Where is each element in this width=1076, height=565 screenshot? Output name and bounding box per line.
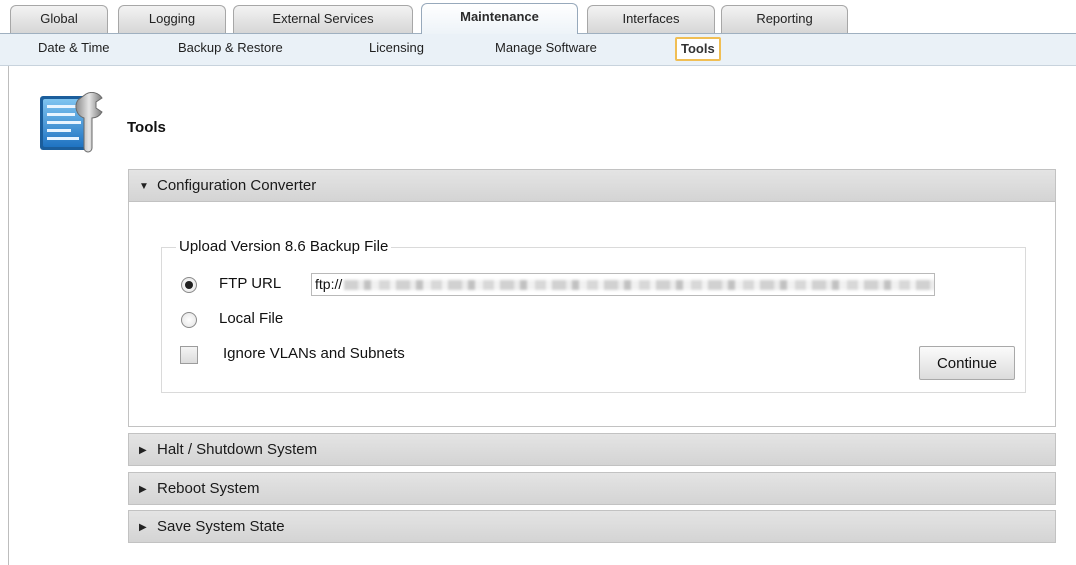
subnav-manage-software[interactable]: Manage Software [495, 38, 597, 58]
panel-header-reboot-system[interactable]: ▶ Reboot System [128, 472, 1056, 505]
triangle-right-icon: ▶ [139, 484, 147, 495]
local-file-label: Local File [219, 310, 284, 327]
subnav-licensing[interactable]: Licensing [369, 38, 424, 58]
ignore-vlans-label: Ignore VLANs and Subnets [223, 345, 405, 362]
continue-button[interactable]: Continue [919, 346, 1015, 380]
tools-config-icon [38, 91, 108, 156]
ftp-url-input[interactable]: ftp:// [311, 273, 935, 296]
upload-fieldset: Upload Version 8.6 Backup File FTP URL f… [161, 238, 1026, 393]
redacted-url-text [344, 280, 934, 291]
ftp-url-radio[interactable] [181, 277, 197, 293]
subnav-tools[interactable]: Tools [675, 37, 721, 61]
local-file-radio[interactable] [181, 312, 197, 328]
tab-reporting[interactable]: Reporting [721, 5, 848, 33]
panel-title: Save System State [157, 518, 285, 535]
content-left-border [8, 66, 9, 565]
triangle-right-icon: ▶ [139, 522, 147, 533]
triangle-right-icon: ▶ [139, 445, 147, 456]
subnav-date-time[interactable]: Date & Time [38, 38, 110, 58]
tab-logging[interactable]: Logging [118, 5, 226, 33]
fieldset-legend: Upload Version 8.6 Backup File [176, 238, 392, 255]
ftp-url-label: FTP URL [219, 275, 282, 292]
tab-interfaces[interactable]: Interfaces [587, 5, 715, 33]
tab-external-services[interactable]: External Services [233, 5, 413, 33]
top-tab-bar: Global Logging External Services Mainten… [0, 0, 1076, 34]
panel-header-configuration-converter[interactable]: ▼ Configuration Converter [128, 169, 1056, 202]
panel-header-save-system-state[interactable]: ▶ Save System State [128, 510, 1056, 543]
panel-title: Halt / Shutdown System [157, 441, 318, 458]
page-title: Tools [127, 119, 166, 136]
tab-maintenance[interactable]: Maintenance [421, 3, 578, 34]
ftp-url-value: ftp:// [315, 276, 343, 292]
panel-body-configuration-converter: Upload Version 8.6 Backup File FTP URL f… [128, 202, 1056, 427]
ignore-vlans-checkbox[interactable] [180, 346, 198, 364]
tab-global[interactable]: Global [10, 5, 108, 33]
triangle-down-icon: ▼ [139, 181, 149, 192]
subnav-backup-restore[interactable]: Backup & Restore [178, 38, 283, 58]
panel-header-halt-shutdown[interactable]: ▶ Halt / Shutdown System [128, 433, 1056, 466]
sub-navigation: Date & Time Backup & Restore Licensing M… [0, 34, 1076, 66]
panel-title: Configuration Converter [157, 177, 317, 194]
panel-title: Reboot System [157, 480, 260, 497]
